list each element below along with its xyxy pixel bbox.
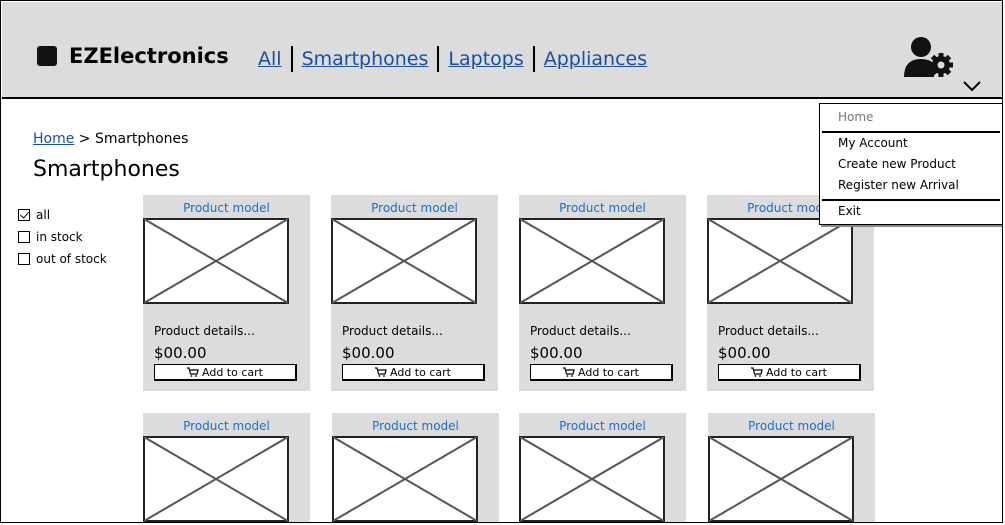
checkbox[interactable]: [18, 253, 30, 265]
product-card[interactable]: Product model Product details... $00.00 …: [143, 195, 310, 391]
add-to-cart-button[interactable]: Add to cart: [342, 364, 485, 381]
filter-all[interactable]: all: [18, 204, 107, 226]
menu-divider: [822, 199, 1000, 201]
product-card[interactable]: Product model: [708, 413, 875, 522]
nav-smartphones[interactable]: Smartphones: [302, 48, 429, 70]
add-to-cart-button[interactable]: Add to cart: [530, 364, 673, 381]
app-frame: EZElectronics All Smartphones Laptops Ap…: [0, 0, 1003, 523]
stock-filters: all in stock out of stock: [18, 204, 107, 270]
breadcrumb-home[interactable]: Home: [33, 131, 74, 147]
nav-divider: [437, 46, 440, 72]
category-nav: All Smartphones Laptops Appliances: [258, 46, 647, 72]
cart-icon: [187, 367, 199, 377]
checkbox[interactable]: [18, 231, 30, 243]
product-card[interactable]: Product model: [332, 413, 499, 522]
product-model[interactable]: Product model: [332, 419, 499, 433]
menu-item-create-product[interactable]: Create new Product: [838, 157, 956, 171]
breadcrumb-current: Smartphones: [94, 131, 189, 147]
product-card[interactable]: Product model Product details... $00.00 …: [519, 195, 686, 391]
product-card[interactable]: Product model: [519, 413, 686, 522]
user-dropdown-menu: Home My Account Create new Product Regis…: [819, 103, 1002, 225]
product-model[interactable]: Product model: [519, 419, 686, 433]
filter-label: in stock: [36, 230, 83, 244]
menu-item-register-arrival[interactable]: Register new Arrival: [838, 178, 959, 192]
product-card[interactable]: Product model Product details... $00.00 …: [331, 195, 498, 391]
cart-icon: [563, 367, 575, 377]
product-price: $00.00: [530, 344, 583, 362]
add-to-cart-button[interactable]: Add to cart: [718, 364, 861, 381]
logo-icon: [37, 46, 57, 66]
user-settings-icon[interactable]: [904, 35, 956, 79]
header: EZElectronics All Smartphones Laptops Ap…: [2, 2, 1002, 99]
nav-all[interactable]: All: [258, 48, 282, 70]
filter-out-of-stock[interactable]: out of stock: [18, 248, 107, 270]
nav-divider: [290, 46, 293, 72]
cart-icon: [375, 367, 387, 377]
image-placeholder-icon: [331, 218, 477, 304]
image-placeholder-icon: [143, 218, 289, 304]
product-price: $00.00: [154, 344, 207, 362]
image-placeholder-icon: [707, 218, 853, 304]
filter-in-stock[interactable]: in stock: [18, 226, 107, 248]
product-details: Product details...: [342, 324, 443, 338]
menu-divider: [822, 131, 1000, 133]
menu-item-my-account[interactable]: My Account: [838, 136, 908, 150]
cart-icon: [751, 367, 763, 377]
image-placeholder-icon: [332, 436, 478, 522]
filter-label: all: [36, 208, 51, 222]
product-model[interactable]: Product model: [143, 201, 310, 215]
product-model[interactable]: Product model: [331, 201, 498, 215]
filter-label: out of stock: [36, 252, 107, 266]
image-placeholder-icon: [519, 436, 665, 522]
menu-item-exit[interactable]: Exit: [838, 204, 861, 218]
product-model[interactable]: Product model: [708, 419, 875, 433]
breadcrumb-separator: >: [78, 131, 91, 147]
breadcrumb: Home > Smartphones: [33, 131, 188, 147]
nav-divider: [532, 46, 535, 72]
image-placeholder-icon: [708, 436, 854, 522]
checkbox-checked[interactable]: [18, 209, 30, 221]
product-details: Product details...: [530, 324, 631, 338]
image-placeholder-icon: [519, 218, 665, 304]
nav-appliances[interactable]: Appliances: [544, 48, 647, 70]
menu-item-home[interactable]: Home: [838, 110, 873, 124]
image-placeholder-icon: [143, 436, 289, 522]
product-price: $00.00: [718, 344, 771, 362]
product-price: $00.00: [342, 344, 395, 362]
nav-laptops[interactable]: Laptops: [448, 48, 523, 70]
chevron-down-icon[interactable]: [962, 79, 982, 93]
product-model[interactable]: Product model: [519, 201, 686, 215]
page-title: Smartphones: [33, 157, 180, 182]
product-details: Product details...: [154, 324, 255, 338]
brand-name: EZElectronics: [69, 44, 229, 68]
product-model[interactable]: Product model: [143, 419, 310, 433]
product-details: Product details...: [718, 324, 819, 338]
product-card[interactable]: Product model: [143, 413, 310, 522]
add-to-cart-button[interactable]: Add to cart: [154, 364, 297, 381]
